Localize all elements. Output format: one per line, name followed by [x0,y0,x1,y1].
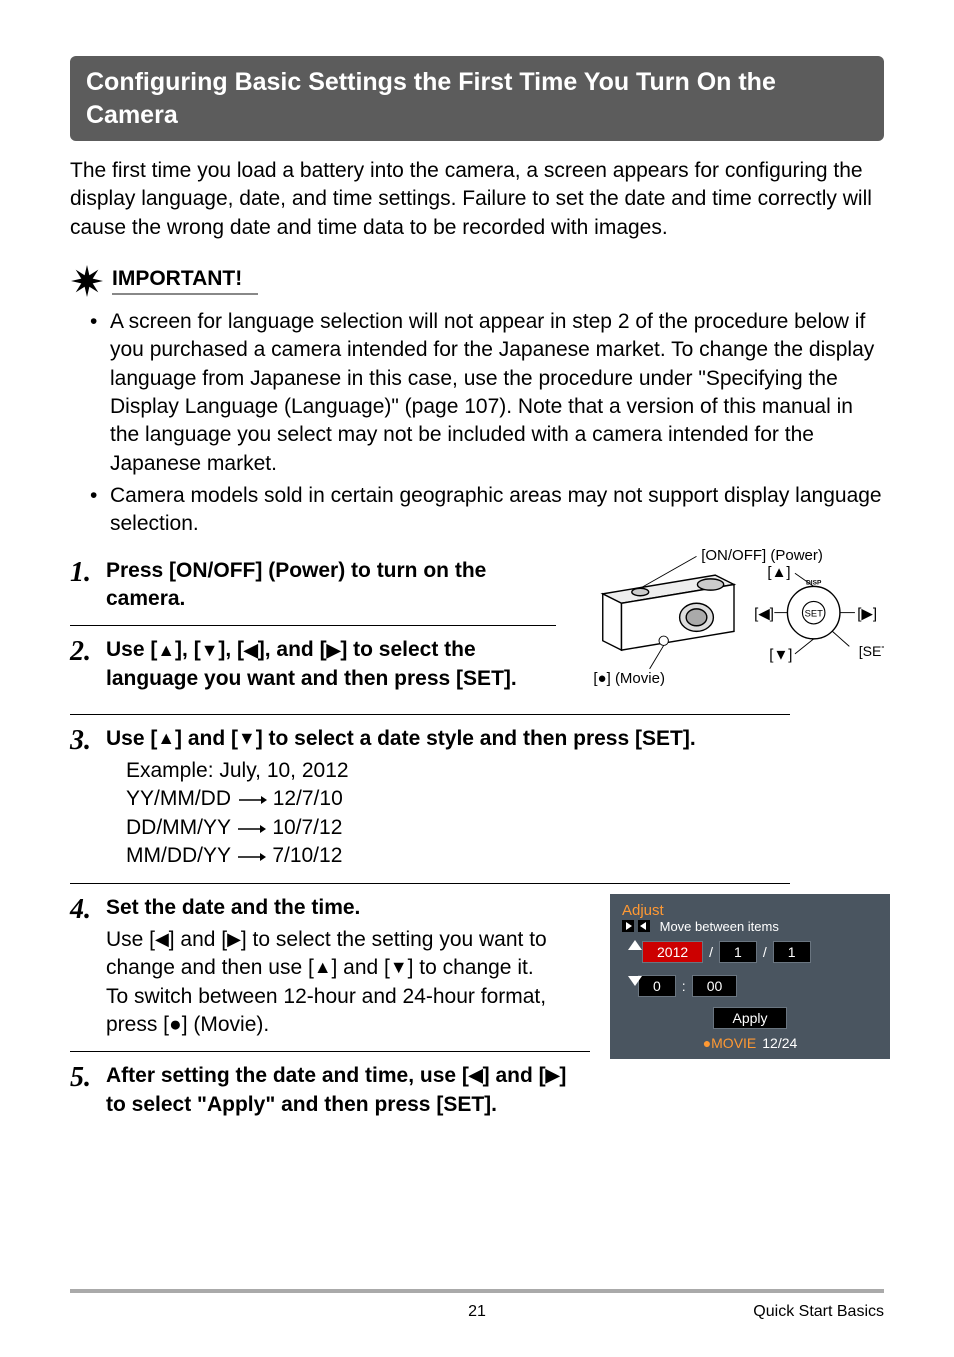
step-4: 4. Set the date and the time. Use [◀] an… [70,884,590,1040]
left-triangle-icon: ◀ [244,638,258,662]
adjust-title: Adjust [622,902,878,919]
month-field[interactable]: 1 [719,941,757,963]
adjust-footer: ●MOVIE 12/24 [622,1035,878,1051]
down-triangle-icon: ▼ [201,638,219,662]
right-triangle-icon: ▶ [227,927,241,951]
up-triangle-icon: ▲ [157,638,175,662]
label-onoff: [ON/OFF] (Power) [701,547,823,564]
important-item: Camera models sold in certain geographic… [70,482,884,539]
right-triangle-icon: ▶ [546,1063,560,1087]
apply-button[interactable]: Apply [713,1007,786,1029]
hour-field[interactable]: 0 [638,975,676,997]
important-label: IMPORTANT! [112,267,258,295]
step-number: 2. [70,636,106,666]
step-1: 1. Press [ON/OFF] (Power) to turn on the… [70,547,564,614]
step-3: 3. Use [▲] and [▼] to select a date styl… [70,715,884,871]
down-triangle-icon: ▼ [390,955,408,979]
step-description: Use [◀] and [▶] to select the setting yo… [106,926,590,1039]
svg-text:SET: SET [805,608,823,618]
page-number: 21 [468,1303,486,1321]
camera-diagram: [ON/OFF] (Power) SET DISP [▲] [▼] [◀] [▶… [584,547,884,702]
step-title: After setting the date and time, use [◀]… [106,1064,566,1115]
svg-text:[◀]: [◀] [754,605,774,622]
burst-icon [70,264,104,298]
arrow-right-icon [236,823,266,835]
minute-field[interactable]: 00 [692,975,738,997]
horizontal-arrows-icon [622,920,652,935]
intro-paragraph: The first time you load a battery into t… [70,157,884,242]
step-5: 5. After setting the date and time, use … [70,1052,590,1119]
record-dot-icon: ● [169,1013,182,1036]
time-row: 0 : 00 [638,975,878,997]
svg-text:[●] (Movie): [●] (Movie) [593,670,665,687]
left-triangle-icon: ◀ [155,927,169,951]
date-row: 2012 / 1 / 1 [642,941,878,963]
step-number: 3. [70,725,106,755]
section-title: Configuring Basic Settings the First Tim… [86,68,776,129]
svg-text:[SET]: [SET] [859,643,884,659]
right-triangle-icon: ▶ [327,638,341,662]
adjust-hint: Move between items [622,919,878,935]
svg-text:[▶]: [▶] [857,605,877,622]
footer-divider [70,1289,884,1293]
step-title: Use [▲] and [▼] to select a date style a… [106,727,696,750]
page-footer: 21 Quick Start Basics [70,1289,884,1321]
important-item: A screen for language selection will not… [70,308,884,478]
up-triangle-icon: ▲ [157,726,175,750]
step-title: Use [▲], [▼], [◀], and [▶] to select the… [106,638,517,689]
adjust-screenshot: Adjust Move between items 2012 / 1 / 1 [610,894,890,1059]
up-triangle-icon: ▲ [314,955,332,979]
footer-section: Quick Start Basics [753,1303,884,1321]
year-field[interactable]: 2012 [642,941,703,963]
step-title: Press [ON/OFF] (Power) to turn on the ca… [106,559,486,610]
movie-indicator: ●MOVIE [703,1035,757,1051]
step-2: 2. Use [▲], [▼], [◀], and [▶] to select … [70,626,564,693]
down-triangle-icon: ▼ [238,726,256,750]
important-block: IMPORTANT! [70,264,884,298]
step-example: Example: July, 10, 2012 YY/MM/DD 12/7/10… [106,757,884,870]
svg-text:[▲]: [▲] [767,564,790,581]
step-number: 4. [70,894,106,924]
left-triangle-icon: ◀ [469,1063,483,1087]
arrow-right-icon [237,794,267,806]
arrow-right-icon [236,851,266,863]
day-field[interactable]: 1 [773,941,811,963]
svg-text:[▼]: [▼] [769,646,792,663]
step-title: Set the date and the time. [106,896,360,919]
section-header: Configuring Basic Settings the First Tim… [70,56,884,141]
vertical-arrows-icon [628,940,642,986]
step-number: 5. [70,1062,106,1092]
format-indicator: 12/24 [762,1035,797,1051]
important-list: A screen for language selection will not… [70,308,884,539]
step-number: 1. [70,557,106,587]
